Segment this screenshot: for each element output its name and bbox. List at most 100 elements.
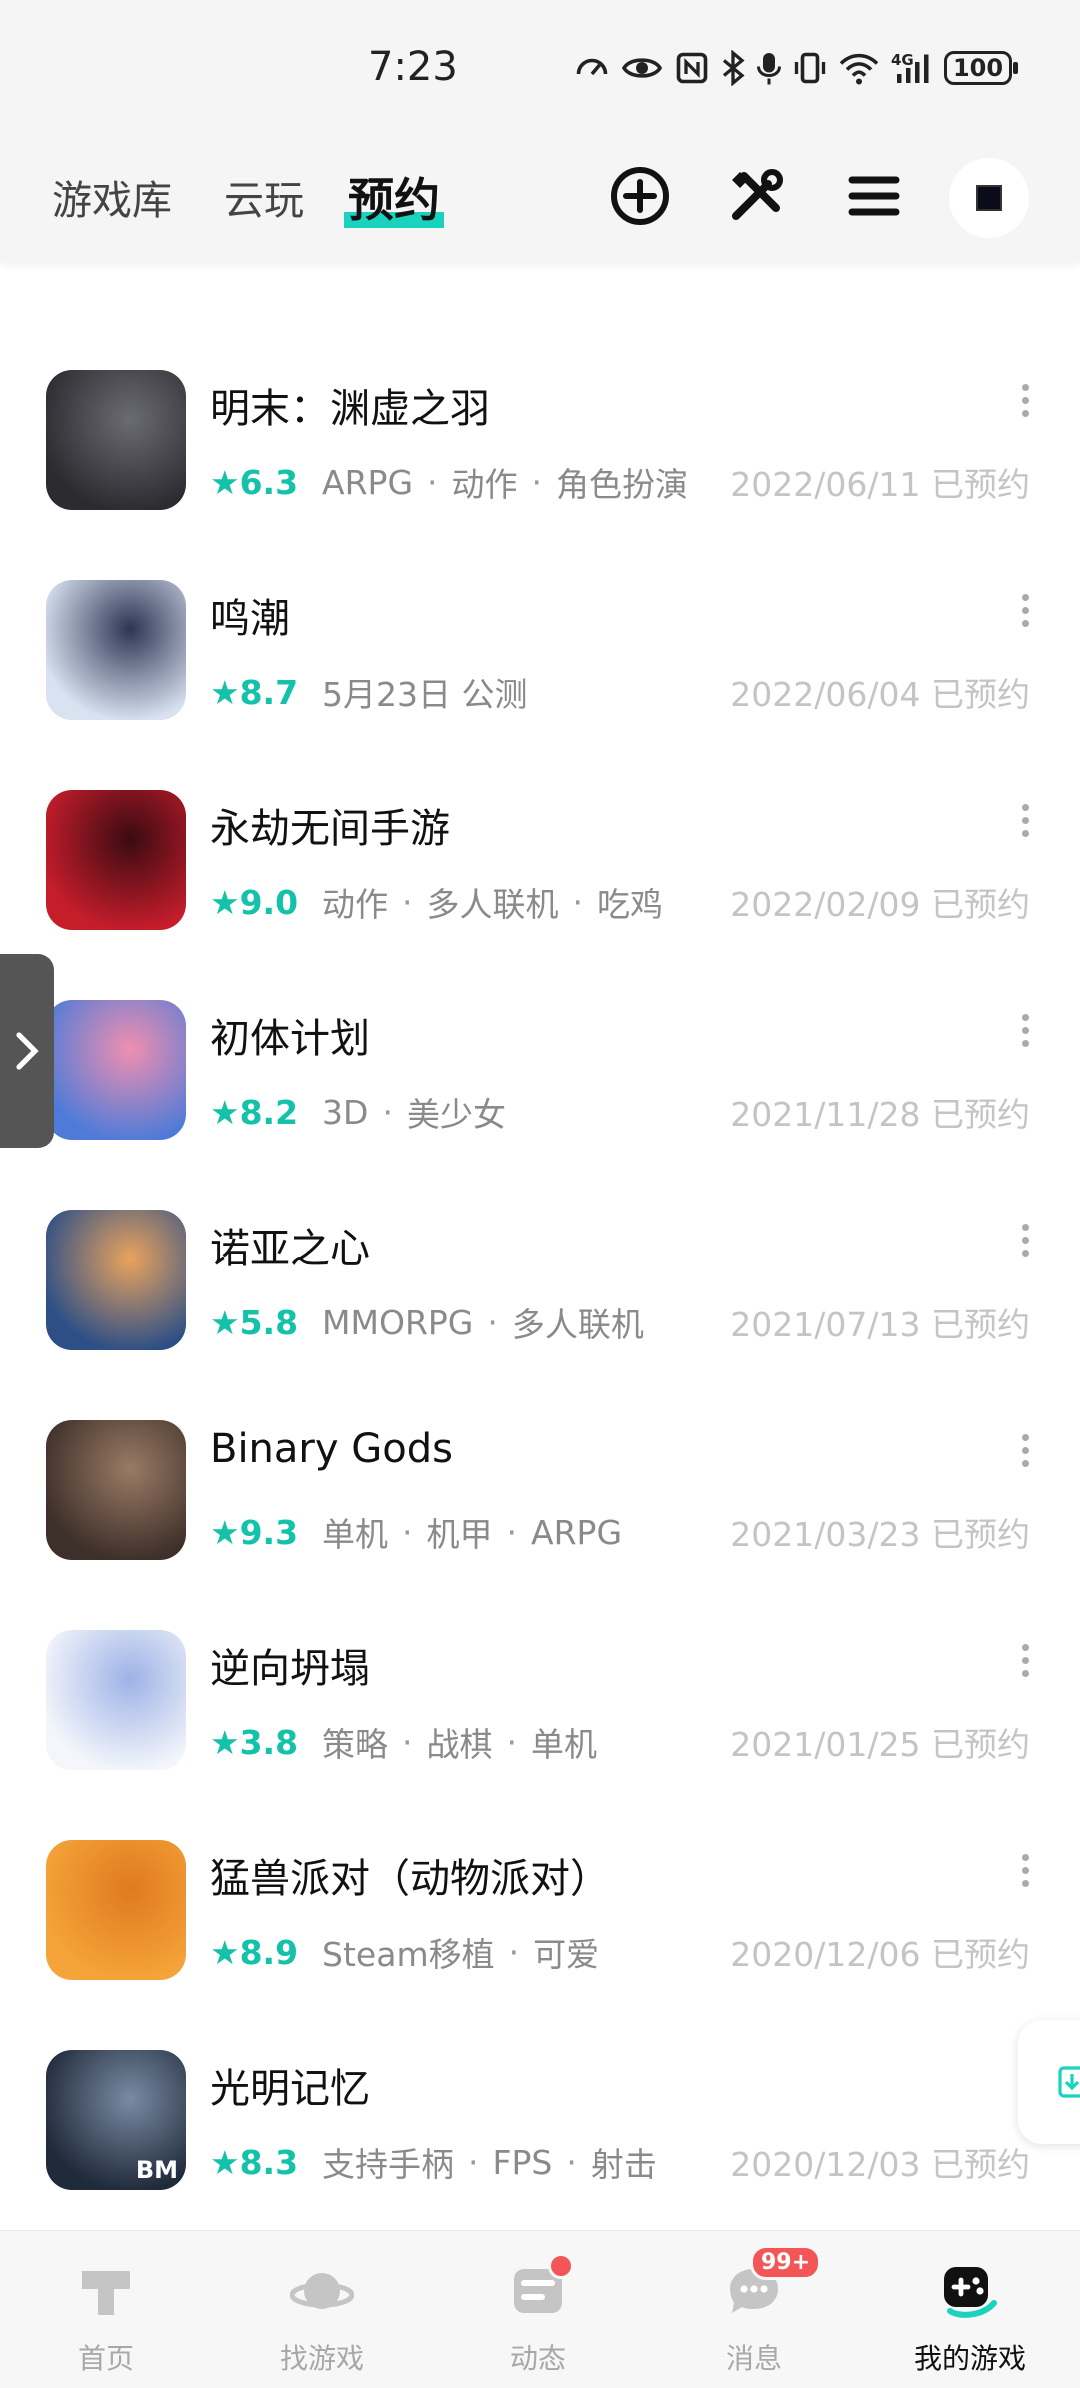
game-tag: 吃鸡	[597, 885, 664, 924]
reservation-date: 2020/12/03 已预约	[730, 2145, 1030, 2184]
tools-icon[interactable]	[724, 164, 788, 228]
tab-game-library[interactable]: 游戏库	[52, 168, 172, 226]
side-drawer-handle[interactable]	[0, 954, 54, 1148]
game-title[interactable]: 鸣潮	[210, 586, 290, 644]
game-rating: ★9.3	[210, 1512, 299, 1552]
game-icon[interactable]	[46, 790, 186, 930]
planet-icon	[289, 2259, 355, 2323]
game-icon[interactable]: BM	[46, 2050, 186, 2190]
reservation-date: 2021/03/23 已预约	[730, 1515, 1030, 1554]
game-meta: ★6.3 ARPG · 动作 · 角色扮演	[210, 458, 688, 506]
tab-reservations[interactable]: 预约	[344, 164, 444, 230]
nav-messages-label: 消息	[725, 2342, 782, 2375]
tab-reservations-label: 预约	[348, 173, 440, 227]
game-title[interactable]: 明末：渊虚之羽	[210, 376, 490, 434]
game-icon[interactable]	[46, 370, 186, 510]
game-rating: ★8.3	[210, 2142, 299, 2182]
game-title[interactable]: 永劫无间手游	[210, 796, 450, 854]
more-options-icon[interactable]	[1022, 1014, 1030, 1052]
game-row[interactable]: 初体计划 ★8.2 3D · 美少女 2021/11/28 已预约	[0, 1000, 1080, 1210]
game-row[interactable]: 逆向坍塌 ★3.8 策略 · 战棋 · 单机 2021/01/25 已预约	[0, 1630, 1080, 1840]
tag-separator: ·	[566, 2142, 577, 2182]
game-tag: MMORPG	[322, 1302, 474, 1342]
menu-icon[interactable]	[842, 164, 906, 228]
game-tag: FPS	[492, 2142, 553, 2182]
bluetooth-icon	[722, 50, 745, 86]
nav-find-games[interactable]: 找游戏	[232, 2259, 412, 2377]
game-title[interactable]: 光明记忆	[210, 2056, 370, 2114]
game-meta: ★5.8 MMORPG · 多人联机	[210, 1298, 644, 1346]
game-rating: ★9.0	[210, 882, 299, 922]
reservation-date: 2021/01/25 已预约	[730, 1725, 1030, 1764]
game-row[interactable]: 猛兽派对（动物派对） ★8.9 Steam移植 · 可爱 2020/12/06 已预约	[0, 1840, 1080, 2050]
nfc-icon	[676, 52, 708, 84]
game-tag: ARPG	[531, 1512, 623, 1552]
game-meta: ★8.3 支持手柄 · FPS · 射击	[210, 2138, 657, 2186]
status-icons: 4G 100	[574, 50, 1018, 86]
game-meta: ★3.8 策略 · 战棋 · 单机	[210, 1718, 597, 1766]
message-count-badge: 99+	[750, 2245, 822, 2280]
game-row[interactable]: 诺亚之心 ★5.8 MMORPG · 多人联机 2021/07/13 已预约	[0, 1210, 1080, 1420]
reservation-date: 2022/02/09 已预约	[730, 885, 1030, 924]
vibrate-icon	[794, 52, 826, 84]
game-row[interactable]: Binary Gods ★9.3 单机 · 机甲 · ARPG 2021/03/23 已预约	[0, 1420, 1080, 1630]
nav-find-games-label: 找游戏	[279, 2342, 364, 2375]
feed-notification-dot	[548, 2253, 574, 2279]
game-row[interactable]: 永劫无间手游 ★9.0 动作 · 多人联机 · 吃鸡 2022/02/09 已预约	[0, 790, 1080, 1000]
reservation-date: 2021/07/13 已预约	[730, 1305, 1030, 1344]
bottom-navigation: 首页 找游戏 动态 99+ 消息 我的游戏	[0, 2230, 1080, 2388]
nav-my-games-label: 我的游戏	[913, 2342, 1026, 2375]
game-title[interactable]: 初体计划	[210, 1006, 370, 1064]
game-tag: 3D	[322, 1092, 369, 1132]
floating-download-button[interactable]	[1018, 2020, 1080, 2144]
more-options-icon[interactable]	[1022, 1644, 1030, 1682]
nav-feed[interactable]: 动态	[448, 2253, 628, 2377]
more-options-icon[interactable]	[1022, 594, 1030, 632]
game-title[interactable]: 逆向坍塌	[210, 1636, 370, 1694]
game-rating: ★8.9	[210, 1932, 299, 1972]
more-options-icon[interactable]	[1022, 804, 1030, 842]
avatar[interactable]	[949, 158, 1029, 238]
game-icon[interactable]	[46, 1840, 186, 1980]
tag-separator: ·	[402, 882, 413, 922]
game-meta: ★8.9 Steam移植 · 可爱	[210, 1928, 599, 1976]
signal-4g-icon: 4G	[891, 51, 929, 83]
game-row[interactable]: 明末：渊虚之羽 ★6.3 ARPG · 动作 · 角色扮演 2022/06/11 已预约	[0, 370, 1080, 580]
tag-separator: ·	[506, 1512, 518, 1552]
game-tag: 机甲	[426, 1515, 493, 1554]
more-options-icon[interactable]	[1022, 384, 1030, 422]
more-options-icon[interactable]	[1022, 1854, 1030, 1892]
game-tag: 单机	[531, 1725, 598, 1764]
game-tag: 多人联机	[426, 885, 559, 924]
reservation-list: 3D★9.8恐怖·角色扮演·动作2024/04/21 已预约明末：渊虚之羽 ★6.…	[0, 262, 1080, 2230]
avatar-image	[976, 185, 1002, 211]
game-title[interactable]: 猛兽派对（动物派对）	[210, 1846, 610, 1904]
more-options-icon[interactable]	[1022, 1434, 1030, 1472]
game-icon[interactable]	[46, 580, 186, 720]
tab-cloud-play[interactable]: 云玩	[224, 168, 304, 226]
game-rating: ★5.8	[210, 1302, 299, 1342]
game-tag: ARPG	[322, 462, 414, 502]
status-bar: 7:23 4G 100	[0, 0, 1080, 140]
nav-my-games[interactable]: 我的游戏	[880, 2259, 1060, 2377]
game-meta: ★8.7 5月23日 公测	[210, 668, 528, 716]
nav-messages[interactable]: 99+ 消息	[664, 2245, 844, 2377]
speedometer-icon	[576, 58, 608, 76]
tag-separator: ·	[506, 1722, 518, 1762]
game-icon[interactable]	[46, 1000, 186, 1140]
add-icon[interactable]	[608, 164, 672, 228]
nav-feed-label: 动态	[509, 2342, 566, 2375]
game-icon[interactable]	[46, 1420, 186, 1560]
game-icon[interactable]	[46, 1210, 186, 1350]
game-row[interactable]: 3D★9.8恐怖·角色扮演·动作2024/04/21 已预约	[0, 262, 1080, 316]
nav-home-label: 首页	[77, 2342, 134, 2375]
game-icon[interactable]	[46, 1630, 186, 1770]
game-tag: 支持手柄	[322, 2145, 455, 2184]
nav-home[interactable]: 首页	[16, 2259, 196, 2377]
game-tag: 射击	[590, 2145, 657, 2184]
game-row[interactable]: 鸣潮 ★8.7 5月23日 公测 2022/06/04 已预约	[0, 580, 1080, 790]
game-title[interactable]: Binary Gods	[210, 1426, 453, 1472]
game-title[interactable]: 诺亚之心	[210, 1216, 370, 1274]
game-row[interactable]: BM 光明记忆 ★8.3 支持手柄 · FPS · 射击 2020/12/03 已预约	[0, 2050, 1080, 2230]
more-options-icon[interactable]	[1022, 1224, 1030, 1262]
